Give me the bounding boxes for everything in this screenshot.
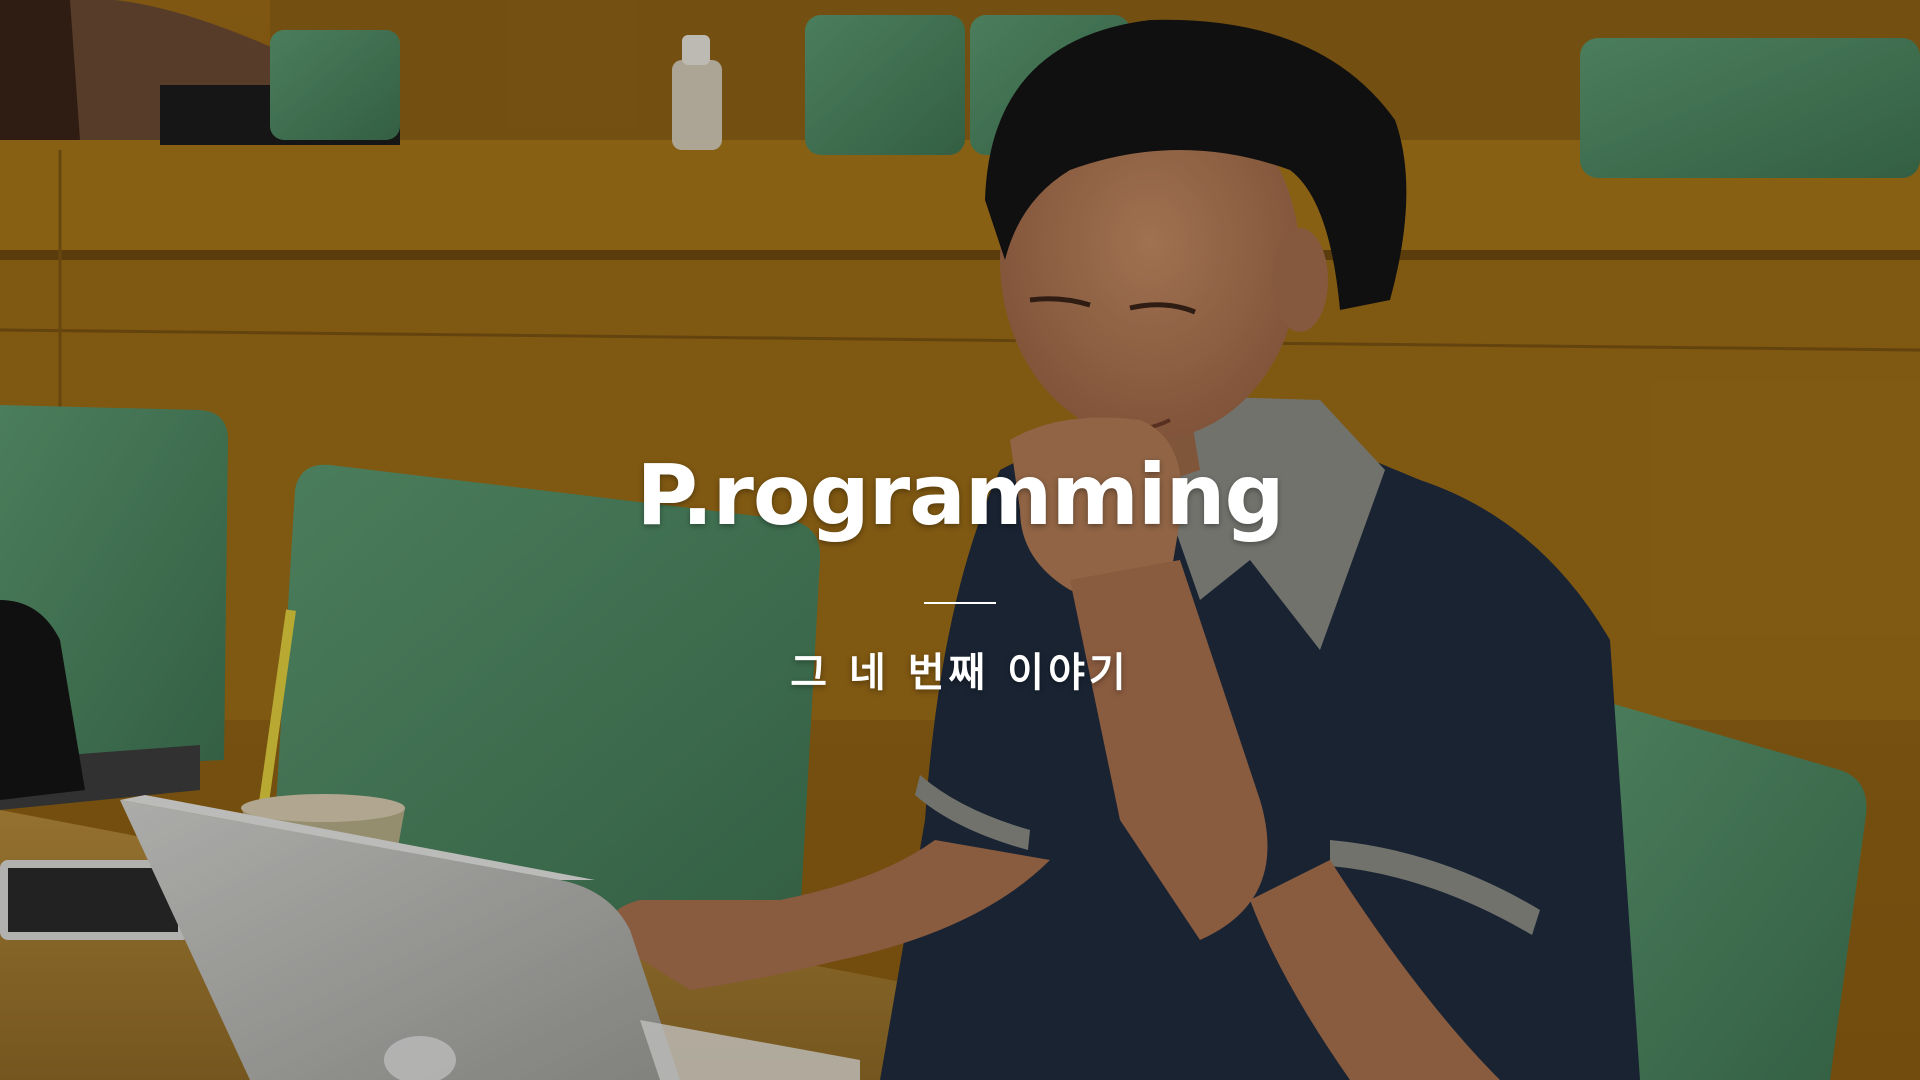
hero-title: P.rogramming bbox=[636, 446, 1284, 544]
title-divider bbox=[924, 602, 996, 604]
hero-subtitle: 그 네 번째 이야기 bbox=[790, 650, 1130, 696]
hero-title-block: P.rogramming 그 네 번째 이야기 bbox=[0, 440, 1920, 698]
